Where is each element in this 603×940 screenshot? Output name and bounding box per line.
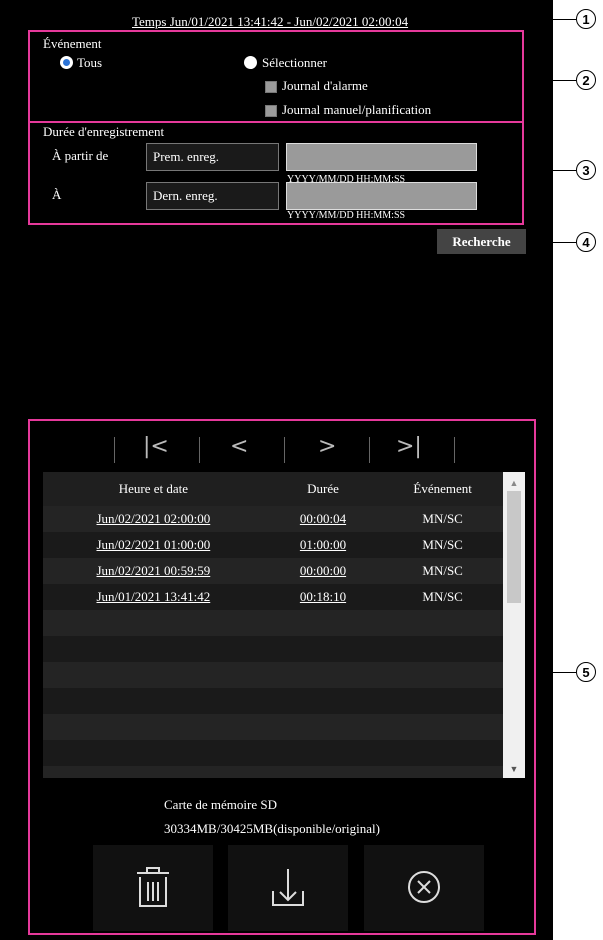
nav-separator (199, 437, 200, 463)
table-row[interactable]: Jun/02/2021 02:00:00 00:00:04 MN/SC (43, 506, 503, 532)
col-header-duration: Durée (307, 481, 339, 496)
duration-title: Durée d'enregistrement (43, 124, 165, 139)
radio-all[interactable] (60, 56, 73, 69)
trash-icon (137, 867, 169, 907)
download-button[interactable] (228, 845, 348, 931)
callout-leader-2 (524, 80, 576, 81)
col-header-datetime: Heure et date (118, 481, 189, 496)
duration-link[interactable]: 00:00:04 (263, 506, 383, 532)
radio-all-label: Tous (77, 55, 103, 70)
callout-leader-5 (536, 672, 576, 673)
event-cell: MN/SC (382, 584, 503, 610)
callout-leader-4 (526, 242, 576, 243)
duration-link[interactable]: 01:00:00 (263, 532, 383, 558)
manual-log-label: Journal manuel/planification (282, 102, 432, 117)
scroll-up-arrow-icon[interactable]: ▲ (503, 474, 525, 492)
empty-row (43, 688, 503, 714)
callout-leader-3 (524, 170, 576, 171)
duration-link[interactable]: 00:00:00 (263, 558, 383, 584)
callout-marker-4: 4 (576, 232, 596, 252)
search-button[interactable]: Recherche (437, 229, 526, 254)
table-row[interactable]: Jun/02/2021 01:00:00 01:00:00 MN/SC (43, 532, 503, 558)
empty-row (43, 714, 503, 740)
event-cell: MN/SC (382, 506, 503, 532)
col-header-event: Événement (413, 481, 472, 496)
empty-row (43, 610, 503, 636)
datetime-link[interactable]: Jun/02/2021 02:00:00 (43, 506, 264, 532)
sd-card-capacity: 30334MB/30425MB(disponible/original) (164, 821, 380, 836)
scroll-down-arrow-icon[interactable]: ▼ (503, 760, 525, 778)
empty-row (43, 636, 503, 662)
alarm-log-label: Journal d'alarme (282, 78, 368, 93)
cancel-button[interactable] (364, 845, 484, 931)
from-label: À partir de (52, 148, 109, 163)
nav-separator (369, 437, 370, 463)
datetime-link[interactable]: Jun/02/2021 00:59:59 (43, 558, 264, 584)
callout-leader-1 (452, 19, 576, 20)
to-mode-button[interactable]: Dern. enreg. (146, 182, 279, 210)
period-text: Temps Jun/01/2021 13:41:42 - Jun/02/2021… (132, 14, 409, 29)
to-format-hint: YYYY/MM/DD HH:MM:SS (287, 210, 406, 221)
radio-select[interactable] (244, 56, 257, 69)
datetime-link[interactable]: Jun/01/2021 13:41:42 (43, 584, 264, 610)
to-datetime-input[interactable] (286, 182, 477, 210)
callout-marker-2: 2 (576, 70, 596, 90)
to-label: À (52, 187, 62, 202)
results-table-wrapper: Heure et date Durée Événement Jun/02/202… (43, 472, 503, 778)
empty-row (43, 766, 503, 778)
next-page-button[interactable]: > (318, 434, 336, 459)
close-circle-icon (408, 871, 440, 903)
nav-separator (114, 437, 115, 463)
callout-marker-5: 5 (576, 662, 596, 682)
event-cell: MN/SC (382, 558, 503, 584)
first-page-button[interactable]: |< (143, 434, 169, 459)
table-row[interactable]: Jun/02/2021 00:59:59 00:00:00 MN/SC (43, 558, 503, 584)
sd-card-title: Carte de mémoire SD (164, 797, 277, 812)
callout-marker-1: 1 (576, 9, 596, 29)
prev-page-button[interactable]: < (230, 434, 248, 459)
delete-button[interactable] (93, 845, 213, 931)
duration-link[interactable]: 00:18:10 (263, 584, 383, 610)
manual-log-checkbox[interactable] (265, 105, 277, 117)
download-icon (272, 869, 304, 906)
empty-row (43, 662, 503, 688)
datetime-link[interactable]: Jun/02/2021 01:00:00 (43, 532, 264, 558)
from-datetime-input[interactable] (286, 143, 477, 171)
nav-separator (284, 437, 285, 463)
event-cell: MN/SC (382, 532, 503, 558)
results-table: Heure et date Durée Événement Jun/02/202… (43, 472, 503, 778)
event-title: Événement (43, 36, 102, 51)
nav-separator (454, 437, 455, 463)
table-row[interactable]: Jun/01/2021 13:41:42 00:18:10 MN/SC (43, 584, 503, 610)
alarm-log-checkbox[interactable] (265, 81, 277, 93)
radio-select-label: Sélectionner (262, 55, 327, 70)
last-page-button[interactable]: >| (396, 434, 422, 459)
callout-marker-3: 3 (576, 160, 596, 180)
empty-row (43, 740, 503, 766)
from-mode-button[interactable]: Prem. enreg. (146, 143, 279, 171)
scrollbar-thumb[interactable] (507, 491, 521, 603)
